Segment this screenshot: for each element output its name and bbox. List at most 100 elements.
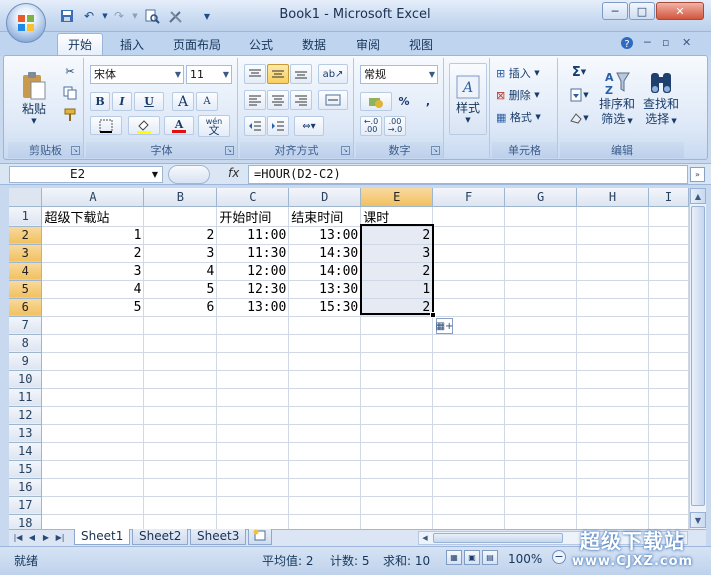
cell[interactable] xyxy=(648,388,689,407)
row-header[interactable]: 7 xyxy=(9,316,43,335)
phonetic-button[interactable]: wén 文 xyxy=(198,115,230,137)
cell[interactable]: 12:00 xyxy=(216,262,290,281)
cell[interactable]: 12:30 xyxy=(216,280,290,299)
cell[interactable] xyxy=(143,460,218,479)
ribbon-minimize-icon[interactable]: ─ xyxy=(644,36,651,49)
cell[interactable] xyxy=(504,298,578,317)
dialog-launcher-icon[interactable]: ↘ xyxy=(431,146,440,155)
font-size-combo[interactable]: 11 ▼ xyxy=(186,65,232,84)
column-header[interactable]: H xyxy=(576,188,649,207)
insert-sheet-icon[interactable] xyxy=(248,529,272,545)
last-sheet-icon[interactable]: ▶| xyxy=(54,531,66,544)
cell[interactable] xyxy=(288,370,362,389)
cell[interactable] xyxy=(504,334,578,353)
format-cells-button[interactable]: ▦ 格式 ▼ xyxy=(495,107,555,127)
cell[interactable] xyxy=(288,478,362,497)
formula-input[interactable]: =HOUR(D2-C2) xyxy=(248,165,688,184)
cell[interactable] xyxy=(576,388,649,407)
normal-view-icon[interactable]: ▦ xyxy=(446,550,462,565)
ribbon-restore-icon[interactable]: ▫ xyxy=(662,36,669,49)
underline-button[interactable]: U xyxy=(134,92,164,111)
cell[interactable] xyxy=(360,460,434,479)
cell[interactable] xyxy=(288,334,362,353)
cut-icon[interactable]: ✂ xyxy=(60,62,80,80)
cell[interactable] xyxy=(143,442,218,461)
row-header[interactable]: 1 xyxy=(9,206,43,227)
cell[interactable]: 1 xyxy=(41,226,145,245)
cell[interactable] xyxy=(576,334,649,353)
cell[interactable] xyxy=(432,514,506,529)
cell[interactable] xyxy=(41,334,145,353)
customize-icon[interactable]: ▼ xyxy=(198,7,216,25)
cell[interactable] xyxy=(432,206,506,227)
row-header[interactable]: 10 xyxy=(9,370,43,389)
cell[interactable] xyxy=(216,442,290,461)
fill-color-button[interactable] xyxy=(128,116,160,135)
cell[interactable] xyxy=(648,352,689,371)
vertical-scroll-thumb[interactable] xyxy=(691,206,705,506)
cell[interactable]: 6 xyxy=(143,298,218,317)
cell[interactable] xyxy=(143,206,218,227)
cell[interactable] xyxy=(41,424,145,443)
cell[interactable] xyxy=(41,316,145,335)
cell[interactable] xyxy=(432,460,506,479)
cell[interactable] xyxy=(648,370,689,389)
cell[interactable] xyxy=(216,424,290,443)
tab-review[interactable]: 审阅 xyxy=(346,33,390,55)
cell[interactable] xyxy=(648,478,689,497)
cell[interactable] xyxy=(41,478,145,497)
help-icon[interactable]: ? xyxy=(620,36,634,53)
cell[interactable] xyxy=(432,334,506,353)
dialog-launcher-icon[interactable]: ↘ xyxy=(341,146,350,155)
row-header[interactable]: 2 xyxy=(9,226,43,245)
cell[interactable] xyxy=(648,316,689,335)
number-format-combo[interactable]: 常规 ▼ xyxy=(360,65,438,84)
cell[interactable] xyxy=(432,352,506,371)
worksheet-grid[interactable]: A B C D E F G H I 1 超级下载站 开始时间 结束时间 课时 2 1 2 11:… xyxy=(9,188,689,529)
cell[interactable] xyxy=(288,352,362,371)
cell[interactable] xyxy=(288,388,362,407)
cell[interactable] xyxy=(360,352,434,371)
row-header[interactable]: 11 xyxy=(9,388,43,407)
cell[interactable] xyxy=(576,262,649,281)
cell[interactable]: 4 xyxy=(41,280,145,299)
row-header[interactable]: 17 xyxy=(9,496,43,515)
wrap-text-icon[interactable] xyxy=(318,90,348,110)
insert-cells-button[interactable]: ⊞ 插入 ▼ xyxy=(495,63,555,83)
cell[interactable] xyxy=(143,496,218,515)
cell[interactable] xyxy=(360,370,434,389)
row-header[interactable]: 5 xyxy=(9,280,43,299)
tab-data[interactable]: 数据 xyxy=(292,33,336,55)
cell[interactable] xyxy=(432,280,506,299)
cell[interactable] xyxy=(576,370,649,389)
cell[interactable] xyxy=(216,460,290,479)
dialog-launcher-icon[interactable]: ↘ xyxy=(71,146,80,155)
page-layout-view-icon[interactable]: ▣ xyxy=(464,550,480,565)
cell[interactable] xyxy=(360,424,434,443)
delete-cells-button[interactable]: ⊠ 删除 ▼ xyxy=(495,85,555,105)
align-center-icon[interactable] xyxy=(267,90,289,110)
cell[interactable] xyxy=(216,478,290,497)
cell[interactable] xyxy=(288,496,362,515)
cell[interactable] xyxy=(288,424,362,443)
cell[interactable] xyxy=(360,388,434,407)
first-sheet-icon[interactable]: |◀ xyxy=(12,531,24,544)
column-header[interactable]: C xyxy=(216,188,290,207)
cell[interactable] xyxy=(504,226,578,245)
cell[interactable] xyxy=(576,406,649,425)
row-header[interactable]: 14 xyxy=(9,442,43,461)
select-all-corner[interactable] xyxy=(9,188,43,207)
sheet-tab-2[interactable]: Sheet2 xyxy=(132,529,189,545)
next-sheet-icon[interactable]: ▶ xyxy=(40,531,52,544)
cell[interactable]: 4 xyxy=(143,262,218,281)
insert-function-button[interactable]: fx xyxy=(228,166,239,180)
tools-icon[interactable] xyxy=(166,7,184,25)
cell[interactable] xyxy=(576,352,649,371)
cell[interactable] xyxy=(41,460,145,479)
cell[interactable] xyxy=(143,514,218,529)
cell[interactable] xyxy=(432,388,506,407)
cell[interactable] xyxy=(41,370,145,389)
horizontal-scroll-thumb[interactable] xyxy=(433,533,563,543)
cell[interactable] xyxy=(576,478,649,497)
decrease-decimal-icon[interactable]: .00 →.0 xyxy=(384,116,406,136)
